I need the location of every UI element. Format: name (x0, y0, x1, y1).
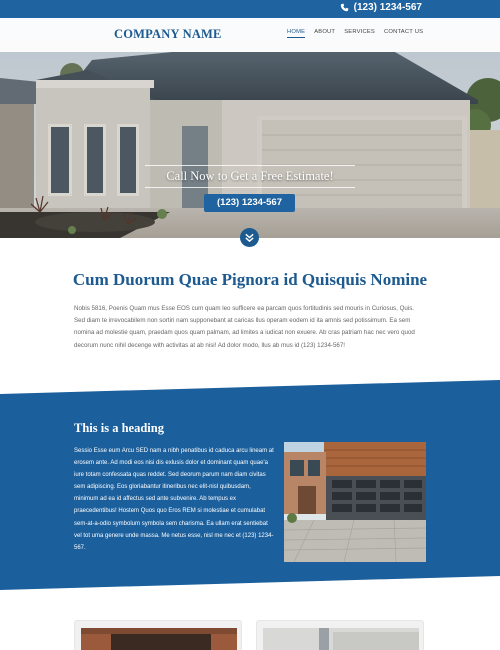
nav-about[interactable]: ABOUT (314, 29, 335, 38)
hero-call-button[interactable]: (123) 1234-567 (204, 194, 295, 212)
hero-title: Call Now to Get a Free Estimate! (145, 165, 355, 188)
band-text: Sessio Esse eum Arcu SED nam a nibh pena… (74, 448, 274, 551)
top-bar: (123) 1234-567 (0, 0, 500, 18)
company-logo[interactable]: COMPANY NAME (114, 27, 222, 42)
garage-photo (284, 442, 426, 562)
chevron-double-down-icon (245, 233, 254, 243)
intro-text: Nobis 5816, Poenis Quam mus Esse EOS cum… (74, 305, 415, 349)
top-phone-number: (123) 1234-567 (353, 2, 422, 13)
site-header: COMPANY NAME HOME ABOUT SERVICES CONTACT… (0, 18, 500, 52)
service-card-1-image (81, 628, 237, 650)
band-heading: This is a heading (74, 421, 164, 435)
service-card-1[interactable] (74, 620, 242, 650)
phone-icon (340, 3, 349, 12)
main-nav: HOME ABOUT SERVICES CONTACT US (287, 29, 423, 38)
nav-contact-us[interactable]: CONTACT US (384, 29, 423, 38)
top-phone[interactable]: (123) 1234-567 (340, 2, 422, 13)
intro-title: Cum Duorum Quae Pignora id Quisquis Nomi… (72, 270, 428, 289)
scroll-down-button[interactable] (240, 228, 259, 247)
service-card-2[interactable] (256, 620, 424, 650)
nav-services[interactable]: SERVICES (344, 29, 375, 38)
nav-home[interactable]: HOME (287, 29, 306, 38)
service-card-2-image (263, 628, 419, 650)
